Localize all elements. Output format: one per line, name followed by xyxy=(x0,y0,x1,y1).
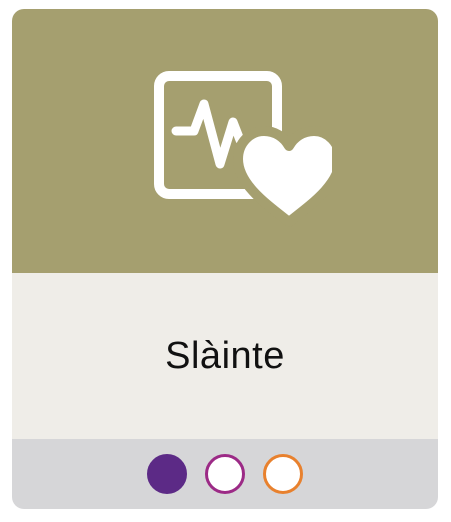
card-title: Slàinte xyxy=(165,334,285,377)
card-label-band: Slàinte xyxy=(12,273,438,439)
health-card[interactable]: Slàinte xyxy=(12,9,438,509)
indicator-dot-2[interactable] xyxy=(205,454,245,494)
card-hero xyxy=(12,9,438,273)
health-monitor-heart-icon xyxy=(154,71,332,227)
indicator-dot-1[interactable] xyxy=(147,454,187,494)
indicator-dot-3[interactable] xyxy=(263,454,303,494)
indicator-bar xyxy=(12,439,438,509)
